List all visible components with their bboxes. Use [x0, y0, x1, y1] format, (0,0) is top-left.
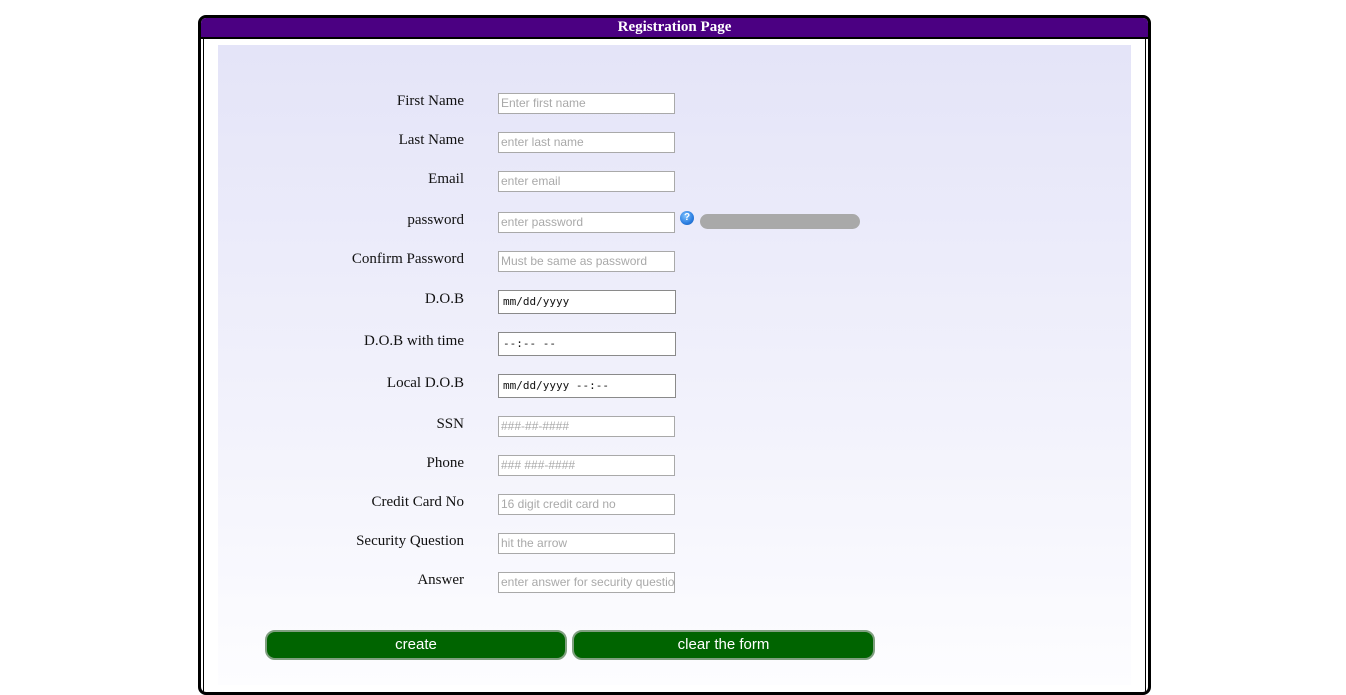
- email-input[interactable]: enter email: [498, 171, 675, 192]
- security-question-input[interactable]: hit the arrow: [498, 533, 675, 554]
- registration-frame: Registration Page First Name Enter first…: [198, 15, 1151, 695]
- last-name-label: Last Name: [398, 132, 464, 148]
- password-label: password: [407, 212, 464, 228]
- credit-card-input[interactable]: 16 digit credit card no: [498, 494, 675, 515]
- last-name-input[interactable]: enter last name: [498, 132, 675, 153]
- ssn-input[interactable]: ###-##-####: [498, 416, 675, 437]
- first-name-input[interactable]: Enter first name: [498, 93, 675, 114]
- answer-input[interactable]: enter answer for security question: [498, 572, 675, 593]
- phone-label: Phone: [426, 455, 465, 471]
- first-name-label: First Name: [396, 93, 464, 109]
- phone-input[interactable]: ### ###-####: [498, 455, 675, 476]
- confirm-password-label: Confirm Password: [351, 251, 464, 267]
- answer-label: Answer: [417, 572, 464, 588]
- email-label: Email: [428, 171, 464, 187]
- form-panel: First Name Enter first name Last Name en…: [218, 45, 1131, 685]
- page-title: Registration Page: [201, 18, 1148, 39]
- password-strength-bar: [700, 214, 860, 229]
- dob-time-label: D.O.B with time: [364, 333, 464, 349]
- local-dob-input[interactable]: mm/dd/yyyy --:--: [498, 374, 676, 398]
- local-dob-label: Local D.O.B: [386, 375, 464, 391]
- dob-time-input[interactable]: --:-- --: [498, 332, 676, 356]
- credit-card-label: Credit Card No: [371, 494, 464, 510]
- create-button[interactable]: create: [265, 630, 567, 660]
- security-question-label: Security Question: [356, 533, 464, 549]
- question-icon[interactable]: ?: [680, 211, 694, 225]
- dob-date-input[interactable]: mm/dd/yyyy: [498, 290, 676, 314]
- clear-form-button[interactable]: clear the form: [572, 630, 875, 660]
- dob-label: D.O.B: [424, 291, 464, 307]
- ssn-label: SSN: [436, 416, 464, 432]
- password-input[interactable]: enter password: [498, 212, 675, 233]
- confirm-password-input[interactable]: Must be same as password: [498, 251, 675, 272]
